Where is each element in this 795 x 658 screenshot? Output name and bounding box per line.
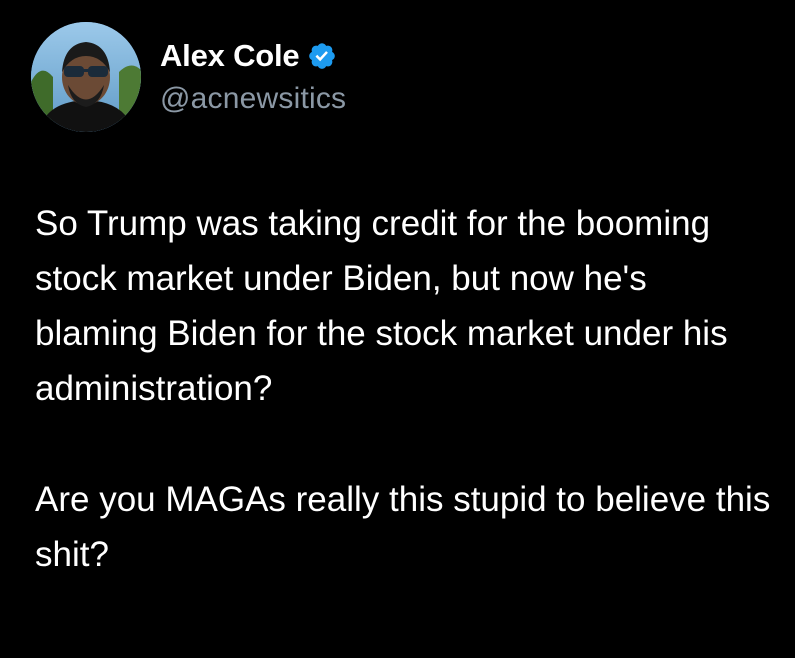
- user-handle[interactable]: @acnewsitics: [160, 82, 346, 116]
- profile-avatar: [31, 22, 141, 132]
- tweet-text: So Trump was taking credit for the boomi…: [35, 196, 775, 582]
- name-row: Alex Cole: [160, 36, 337, 76]
- tweet-paragraph: So Trump was taking credit for the boomi…: [35, 204, 728, 408]
- verified-badge-icon[interactable]: [307, 41, 337, 71]
- display-name[interactable]: Alex Cole: [160, 38, 300, 74]
- tweet-paragraph: Are you MAGAs really this stupid to beli…: [35, 480, 771, 574]
- tweet-card: Alex Cole @acnewsitics So Trump was taki…: [0, 0, 795, 658]
- avatar[interactable]: [31, 22, 141, 132]
